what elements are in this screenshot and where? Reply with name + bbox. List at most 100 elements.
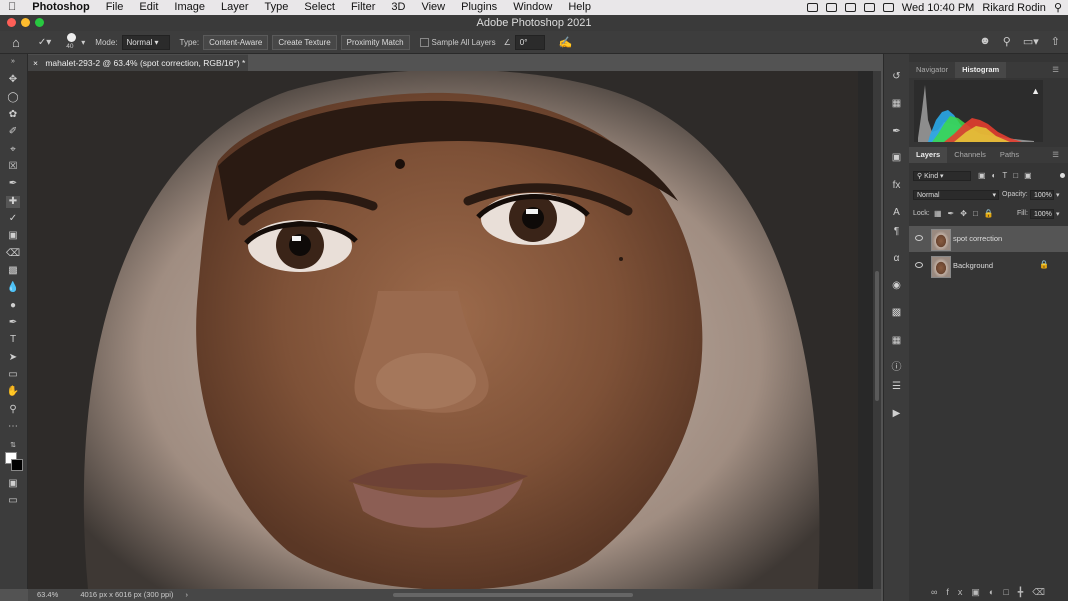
lock-icons[interactable]: ▦✒✥□🔒: [934, 209, 1000, 218]
minimize-window-icon[interactable]: [21, 18, 30, 27]
path-selection-tool-icon[interactable]: ➤: [6, 352, 20, 364]
filter-toggle-icon[interactable]: [1060, 173, 1065, 178]
tab-paths[interactable]: Paths: [993, 147, 1026, 163]
lasso-tool-icon[interactable]: ✿: [6, 109, 20, 121]
pressure-size-icon[interactable]: ✍: [559, 36, 573, 49]
close-document-icon[interactable]: ×: [33, 58, 38, 68]
vertical-scroll-thumb[interactable]: [875, 271, 879, 401]
zoom-level[interactable]: 63.4%: [37, 590, 58, 599]
menu-select[interactable]: Select: [296, 0, 343, 15]
menu-3d[interactable]: 3D: [383, 0, 413, 15]
gradients-icon[interactable]: ▩: [890, 307, 903, 319]
menu-file[interactable]: File: [98, 0, 132, 15]
brush-dropdown-icon[interactable]: ▾: [81, 38, 85, 47]
portrait-photo[interactable]: [28, 71, 858, 589]
crop-tool-icon[interactable]: ⌖: [6, 144, 20, 156]
screen-icon[interactable]: [806, 3, 818, 12]
swap-colors-icon[interactable]: ⇅: [6, 440, 20, 452]
app-menu[interactable]: Photoshop: [24, 0, 97, 15]
blend-mode-select[interactable]: Normal ▾: [913, 190, 999, 200]
patterns-icon[interactable]: ▦: [890, 335, 903, 347]
share-icon[interactable]: ⇧: [1051, 35, 1060, 48]
tab-navigator[interactable]: Navigator: [909, 62, 955, 78]
frame-tool-icon[interactable]: ☒: [6, 161, 20, 173]
extension-icon[interactable]: [825, 3, 837, 12]
move-tool-icon[interactable]: ✥: [6, 74, 20, 86]
layer-actions[interactable]: ∞fx▣◐□╋⌫: [931, 587, 1054, 598]
spot-healing-tool-preset-icon[interactable]: ✓▾: [38, 37, 51, 48]
visibility-eye-icon[interactable]: [915, 235, 923, 241]
opacity-field[interactable]: 100%: [1030, 190, 1054, 200]
quick-selection-tool-icon[interactable]: ✐: [6, 126, 20, 138]
share-people-icon[interactable]: ☻: [979, 35, 991, 48]
paragraph-icon[interactable]: ¶: [890, 226, 903, 238]
wifi-icon[interactable]: [844, 3, 856, 12]
horizontal-scroll-thumb[interactable]: [393, 593, 633, 597]
tab-histogram[interactable]: Histogram: [955, 62, 1007, 78]
hand-tool-icon[interactable]: ✋: [6, 386, 20, 398]
menu-plugins[interactable]: Plugins: [453, 0, 505, 15]
dodge-tool-icon[interactable]: ●: [6, 300, 20, 312]
background-color-swatch[interactable]: [11, 459, 23, 471]
home-icon[interactable]: ⌂: [12, 35, 20, 50]
spotlight-icon[interactable]: ⚲: [1054, 1, 1062, 14]
maximize-window-icon[interactable]: [35, 18, 44, 27]
history-icon[interactable]: ↺: [890, 71, 903, 83]
eraser-tool-icon[interactable]: ⌫: [6, 248, 20, 260]
type-tool-icon[interactable]: T: [6, 334, 20, 346]
collapse-toolbar-icon[interactable]: »: [6, 56, 20, 68]
fill-field[interactable]: 100%: [1030, 209, 1054, 219]
panel-menu-icon[interactable]: ☰: [1045, 62, 1066, 78]
layer-row-spot-correction[interactable]: spot correction: [909, 226, 1068, 252]
color-icon[interactable]: ◉: [890, 280, 903, 292]
menu-layer[interactable]: Layer: [213, 0, 257, 15]
quick-mask-icon[interactable]: ▣: [6, 478, 20, 490]
gradient-tool-icon[interactable]: ▩: [6, 265, 20, 277]
angle-field[interactable]: 0°: [514, 34, 545, 50]
workspace-icon[interactable]: ▭▾: [1023, 35, 1039, 48]
search-icon[interactable]: ⚲: [1003, 35, 1011, 48]
canvas-vertical-scrollbar[interactable]: [873, 71, 881, 589]
rectangle-tool-icon[interactable]: ▭: [6, 369, 20, 381]
more-tools-icon[interactable]: ⋯: [6, 421, 20, 433]
content-aware-button[interactable]: Content-Aware: [203, 34, 269, 50]
fill-dropdown-icon[interactable]: ▾: [1056, 210, 1060, 218]
tab-layers[interactable]: Layers: [909, 147, 948, 163]
menu-view[interactable]: View: [413, 0, 453, 15]
libraries-icon[interactable]: ▦: [890, 98, 903, 110]
visibility-eye-icon[interactable]: [915, 262, 923, 268]
battery-icon[interactable]: [882, 3, 894, 12]
screen-mode-icon[interactable]: ▭: [6, 495, 20, 507]
clone-stamp-tool-icon[interactable]: ▣: [6, 230, 20, 242]
volume-icon[interactable]: [863, 3, 875, 12]
blur-tool-icon[interactable]: 💧: [6, 282, 20, 294]
create-texture-button[interactable]: Create Texture: [272, 34, 337, 50]
menu-window[interactable]: Window: [505, 0, 560, 15]
brush-tool-icon[interactable]: ✓: [6, 213, 20, 225]
character-icon[interactable]: A: [890, 207, 903, 219]
play-action-icon[interactable]: ▶: [890, 408, 903, 420]
brush-settings-icon[interactable]: ✒: [890, 126, 903, 138]
status-arrow-icon[interactable]: ›: [185, 590, 188, 599]
clock[interactable]: Wed 10:40 PM: [902, 2, 975, 14]
layer-filter-select[interactable]: ⚲ Kind ▾: [913, 171, 971, 181]
spot-healing-tool-icon[interactable]: ✚: [6, 196, 20, 208]
layer-row-background[interactable]: Background 🔒: [909, 253, 1068, 279]
eyedropper-tool-icon[interactable]: ✒: [6, 178, 20, 190]
document-tab[interactable]: × mahalet-293-2 @ 63.4% (spot correction…: [28, 54, 248, 71]
menu-help[interactable]: Help: [560, 0, 599, 15]
actions-icon[interactable]: fx: [890, 180, 903, 192]
histogram-warning-icon[interactable]: ▲: [1031, 86, 1040, 96]
glyphs-icon[interactable]: α: [890, 253, 903, 265]
marquee-tool-icon[interactable]: ◯: [6, 92, 20, 104]
adjustments-icon[interactable]: ☰: [890, 381, 903, 393]
canvas-area[interactable]: [28, 71, 881, 589]
layers-panel-menu-icon[interactable]: ☰: [1045, 147, 1066, 163]
apple-menu-icon[interactable]: : [0, 0, 24, 15]
menu-type[interactable]: Type: [257, 0, 297, 15]
brush-preview[interactable]: 40: [65, 33, 79, 51]
sample-all-layers-checkbox[interactable]: [419, 37, 429, 47]
pen-tool-icon[interactable]: ✒: [6, 317, 20, 329]
opacity-dropdown-icon[interactable]: ▾: [1056, 191, 1060, 199]
menu-edit[interactable]: Edit: [131, 0, 166, 15]
